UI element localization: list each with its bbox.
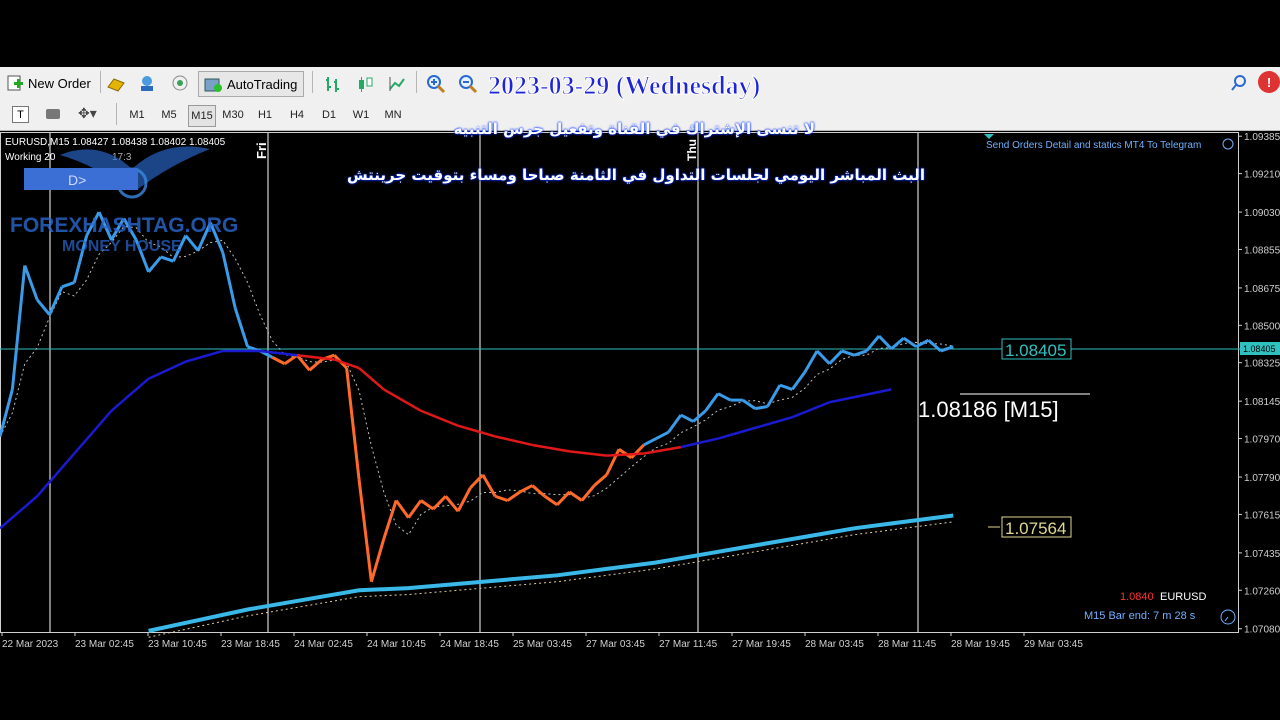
x-tick-label: 23 Mar 10:45 (148, 639, 207, 650)
watermark-site: FOREXHASHTAG.ORG (10, 214, 238, 237)
bar-end-timer: M15 Bar end: 7 m 28 s (1084, 610, 1196, 622)
zoom-out-icon[interactable] (458, 74, 478, 94)
toolbar-separator (116, 103, 117, 125)
toolbar-separator (416, 71, 417, 93)
x-tick-label: 28 Mar 19:45 (951, 639, 1010, 650)
market-watch-icon[interactable] (138, 74, 158, 92)
candlestick-icon[interactable] (356, 75, 374, 93)
line-chart-icon[interactable] (388, 75, 406, 93)
autotrading-button[interactable]: AutoTrading (198, 71, 305, 97)
price-chart[interactable]: 1.09385 1.09210 1.09030 1.08855 1.08675 1.085… (0, 131, 1280, 651)
label-tool-icon[interactable] (46, 109, 60, 119)
y-tick-label: 1.07435 (1244, 549, 1280, 560)
new-order-button[interactable]: New Order (6, 71, 91, 95)
y-tick-label: 1.07080 (1244, 625, 1280, 636)
symbol-label: EURUSD (1160, 591, 1207, 603)
x-tick-label: 23 Mar 18:45 (221, 639, 280, 650)
x-tick-label: 28 Mar 03:45 (805, 639, 864, 650)
x-tick-label: 25 Mar 03:45 (513, 639, 572, 650)
price-box-slow-label: 1.07564 (1005, 519, 1066, 538)
zoom-in-icon[interactable] (426, 74, 446, 94)
toolbar-separator (312, 71, 313, 93)
y-tick-label: 1.09030 (1244, 208, 1280, 219)
chart-background (0, 131, 1280, 651)
x-tick-label: 24 Mar 18:45 (440, 639, 499, 650)
signals-icon[interactable] (170, 74, 190, 92)
search-icon[interactable] (1230, 74, 1248, 92)
x-tick-label: 29 Mar 03:45 (1024, 639, 1083, 650)
text-tool-icon[interactable]: T (12, 106, 29, 123)
new-order-label: New Order (28, 75, 91, 91)
x-tick-label: 24 Mar 10:45 (367, 639, 426, 650)
x-tick-label: 24 Mar 02:45 (294, 639, 353, 650)
timeframe-m15-button[interactable]: M15 (188, 105, 216, 127)
chart-status: Working 20 (5, 152, 56, 163)
y-tick-label: 1.09385 (1244, 132, 1280, 143)
current-price-tag-label: 1.08405 (1243, 344, 1276, 354)
x-tick-label: 23 Mar 02:45 (75, 639, 134, 650)
gold-bars-icon[interactable] (106, 75, 126, 93)
user-avatar-icon[interactable]: ! (1258, 71, 1280, 93)
x-tick-label: 22 Mar 2023 (2, 639, 59, 650)
overlay-subscribe-text: لا تنسى الإشتراك في القناة وتفعيل جرس ال… (453, 120, 815, 138)
watermark-brand: MONEY HOUSE (62, 238, 182, 255)
y-tick-label: 1.07790 (1244, 473, 1280, 484)
timeframe-h4-button[interactable]: H4 (284, 105, 310, 125)
chart-header: EURUSD,M15 1.08427 1.08438 1.08402 1.084… (5, 137, 226, 148)
autotrading-label: AutoTrading (227, 76, 298, 92)
fri-label: Fri (254, 142, 269, 159)
thu-label: Thu (685, 139, 699, 161)
indicator-title: Send Orders Detail and statics MT4 To Te… (986, 140, 1201, 151)
new-order-icon (7, 75, 23, 91)
y-tick-label: 1.08500 (1244, 321, 1280, 332)
overlay-live-text: البث المباشر اليومي لجلسات التداول في ال… (346, 166, 926, 184)
bid-price: 1.0840 (1120, 591, 1154, 603)
x-tick-label: 28 Mar 11:45 (878, 639, 937, 650)
ma-label: 1.08186 [M15] (918, 397, 1059, 422)
price-box-current-label: 1.08405 (1005, 341, 1066, 360)
bottom-letterbox (0, 651, 1280, 720)
x-tick-label: 27 Mar 19:45 (732, 639, 791, 650)
arrows-tool-icon[interactable]: ✥▾ (78, 105, 97, 122)
bar-chart-icon[interactable] (324, 75, 342, 93)
y-tick-label: 1.08855 (1244, 245, 1280, 256)
timeframe-m30-button[interactable]: M30 (220, 105, 246, 125)
timeframe-mn-button[interactable]: MN (380, 105, 406, 125)
y-tick-label: 1.09210 (1244, 170, 1280, 181)
price-segment (754, 405, 768, 411)
y-tick-label: 1.07260 (1244, 586, 1280, 597)
autotrading-icon (204, 78, 222, 92)
timeframe-w1-button[interactable]: W1 (348, 105, 374, 125)
y-tick-label: 1.08325 (1244, 359, 1280, 370)
y-tick-label: 1.08145 (1244, 397, 1280, 408)
y-tick-label: 1.07970 (1244, 435, 1280, 446)
logo-button-label: D> (68, 172, 86, 188)
y-tick-label: 1.07615 (1244, 510, 1280, 521)
x-tick-label: 27 Mar 11:45 (659, 639, 718, 650)
toolbar-separator (100, 71, 101, 93)
timeframe-h1-button[interactable]: H1 (252, 105, 278, 125)
overlay-date: 2023-03-29 (Wednesday) (487, 71, 761, 101)
timeframe-m1-button[interactable]: M1 (124, 105, 150, 125)
top-letterbox (0, 0, 1280, 67)
y-tick-label: 1.08675 (1244, 284, 1280, 295)
timeframe-d1-button[interactable]: D1 (316, 105, 342, 125)
x-tick-label: 27 Mar 03:45 (586, 639, 645, 650)
timeframe-m5-button[interactable]: M5 (156, 105, 182, 125)
